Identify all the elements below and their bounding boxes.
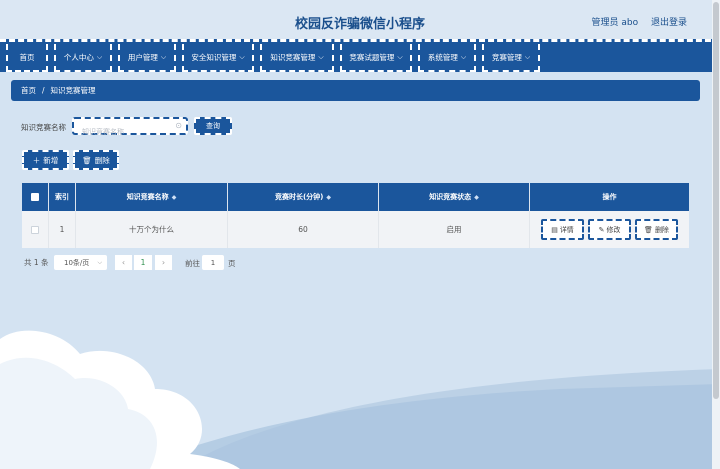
edit-icon: ✎ <box>598 225 605 234</box>
row-status: 启用 <box>379 211 530 248</box>
select-all-checkbox[interactable] <box>31 193 39 201</box>
search-input[interactable] <box>74 125 186 139</box>
pagination-total: 共 1 条 <box>24 258 49 267</box>
search-label: 知识竞赛名称 <box>21 123 66 132</box>
edit-button[interactable]: ✎ 修改 <box>588 219 631 240</box>
nav-item-label: 安全知识管理 <box>191 52 237 62</box>
header-bar: 校园反诈骗微信小程序 管理员 abo 退出登录 <box>0 0 720 40</box>
row-actions: ▤ 详情 ✎ 修改 🗑 删除 <box>530 211 689 248</box>
chevron-left-icon: ‹ <box>121 258 126 267</box>
page-number-current[interactable]: 1 <box>134 255 152 270</box>
clear-icon[interactable]: ⊙ <box>175 121 182 130</box>
header-name[interactable]: 知识竞赛名称 ◆ <box>76 183 228 211</box>
current-user-label[interactable]: 管理员 abo <box>592 18 639 28</box>
header-index-label: 索引 <box>55 193 69 201</box>
header-index: 索引 <box>49 183 76 211</box>
document-icon: ▤ <box>551 225 558 234</box>
nav-item-safety-knowledge[interactable]: 安全知识管理 ⌵ <box>182 44 254 72</box>
batch-delete-button[interactable]: 🗑 删除 <box>73 150 119 170</box>
nav-item-label: 系统管理 <box>427 52 458 62</box>
edit-button-label: 修改 <box>606 225 621 234</box>
detail-button-label: 详情 <box>559 225 574 234</box>
plus-icon: ＋ <box>32 155 41 165</box>
table-row: 1 十万个为什么 60 启用 ▤ 详情 ✎ 修改 🗑 删除 <box>22 211 689 248</box>
nav-item-label: 首页 <box>19 52 35 62</box>
vertical-scrollbar[interactable] <box>712 0 720 469</box>
goto-label: 前往 <box>185 259 200 268</box>
detail-button[interactable]: ▤ 详情 <box>541 219 584 240</box>
nav-item-personal-center[interactable]: 个人中心 ⌵ <box>54 44 112 72</box>
goto-unit-label: 页 <box>228 259 236 268</box>
page-size-value: 10条/页 <box>64 258 90 267</box>
header-operation: 操作 <box>530 183 689 211</box>
nav-item-home[interactable]: 首页 <box>6 44 48 72</box>
logout-link[interactable]: 退出登录 <box>651 18 687 28</box>
nav-item-label: 知识竞赛管理 <box>270 52 316 62</box>
chevron-down-icon: ⌵ <box>318 52 324 61</box>
chevron-down-icon: ⌵ <box>524 52 531 61</box>
next-page-button[interactable]: › <box>155 255 172 270</box>
nav-item-label: 用户管理 <box>127 52 158 62</box>
sort-icon[interactable]: ◆ <box>172 194 177 201</box>
row-select-cell <box>22 211 49 248</box>
add-button[interactable]: ＋新增 <box>22 150 69 170</box>
query-button[interactable]: 查询 <box>194 117 232 135</box>
header-name-label: 知识竞赛名称 <box>126 193 169 201</box>
chevron-down-icon: ⌵ <box>239 52 245 61</box>
nav-item-system-management[interactable]: 系统管理 ⌵ <box>418 44 476 72</box>
contest-table: 索引 知识竞赛名称 ◆ 竞赛时长(分钟) ◆ 知识竞赛状态 ◆ 操作 1 十万个为什么… <box>22 183 689 248</box>
header-duration-label: 竞赛时长(分钟) <box>274 193 324 201</box>
breadcrumb: 首页 / 知识竞赛管理 <box>11 80 700 101</box>
sort-icon[interactable]: ◆ <box>326 194 331 201</box>
row-delete-button[interactable]: 🗑 删除 <box>635 219 678 240</box>
sort-icon[interactable]: ◆ <box>474 194 479 201</box>
main-nav: 首页 个人中心 ⌵ 用户管理 ⌵ 安全知识管理 ⌵ 知识竞赛管理 ⌵ 竞赛试题管理 ⌵ 系… <box>0 39 720 72</box>
nav-item-contest-questions[interactable]: 竞赛试题管理 ⌵ <box>340 44 412 72</box>
chevron-down-icon: ⌵ <box>97 258 102 266</box>
trash-icon: 🗑 <box>644 225 653 234</box>
chevron-down-icon: ⌵ <box>397 52 403 61</box>
header-duration[interactable]: 竞赛时长(分钟) ◆ <box>228 183 379 211</box>
nav-item-contest-management[interactable]: 竞赛管理 ⌵ <box>482 44 540 72</box>
nav-item-user-management[interactable]: 用户管理 ⌵ <box>118 44 176 72</box>
row-duration: 60 <box>228 211 379 248</box>
header-select-all[interactable] <box>22 183 49 211</box>
breadcrumb-current: 知识竞赛管理 <box>50 86 96 95</box>
chevron-right-icon: › <box>161 258 166 267</box>
chevron-down-icon: ⌵ <box>96 52 103 61</box>
header-status[interactable]: 知识竞赛状态 ◆ <box>379 183 530 211</box>
header-status-label: 知识竞赛状态 <box>429 193 472 201</box>
delete-button-label: 删除 <box>94 155 110 165</box>
goto-page-input[interactable]: 1 <box>202 255 224 270</box>
nav-item-label: 竞赛试题管理 <box>349 52 395 62</box>
add-button-label: 新增 <box>43 155 59 165</box>
user-info: 管理员 abo 退出登录 <box>582 15 688 28</box>
row-checkbox[interactable] <box>31 225 39 234</box>
chevron-down-icon: ⌵ <box>460 52 467 61</box>
prev-page-button[interactable]: ‹ <box>115 255 132 270</box>
row-delete-button-label: 删除 <box>654 225 669 234</box>
breadcrumb-home[interactable]: 首页 <box>21 85 36 96</box>
header-operation-label: 操作 <box>602 193 617 201</box>
page-size-select[interactable]: 10条/页 ⌵ <box>54 255 107 270</box>
search-field-wrapper: ⊙ <box>72 117 188 139</box>
row-name: 十万个为什么 <box>76 211 228 248</box>
table-header: 索引 知识竞赛名称 ◆ 竞赛时长(分钟) ◆ 知识竞赛状态 ◆ 操作 <box>22 183 689 211</box>
cloud-decoration <box>0 330 720 469</box>
nav-item-label: 个人中心 <box>63 52 94 62</box>
breadcrumb-separator: / <box>42 86 45 95</box>
row-index: 1 <box>49 211 76 248</box>
trash-icon: 🗑 <box>82 155 92 165</box>
scrollbar-thumb[interactable] <box>713 2 719 399</box>
nav-item-knowledge-contest[interactable]: 知识竞赛管理 ⌵ <box>260 44 334 72</box>
nav-item-label: 竞赛管理 <box>491 52 522 62</box>
chevron-down-icon: ⌵ <box>160 52 167 61</box>
